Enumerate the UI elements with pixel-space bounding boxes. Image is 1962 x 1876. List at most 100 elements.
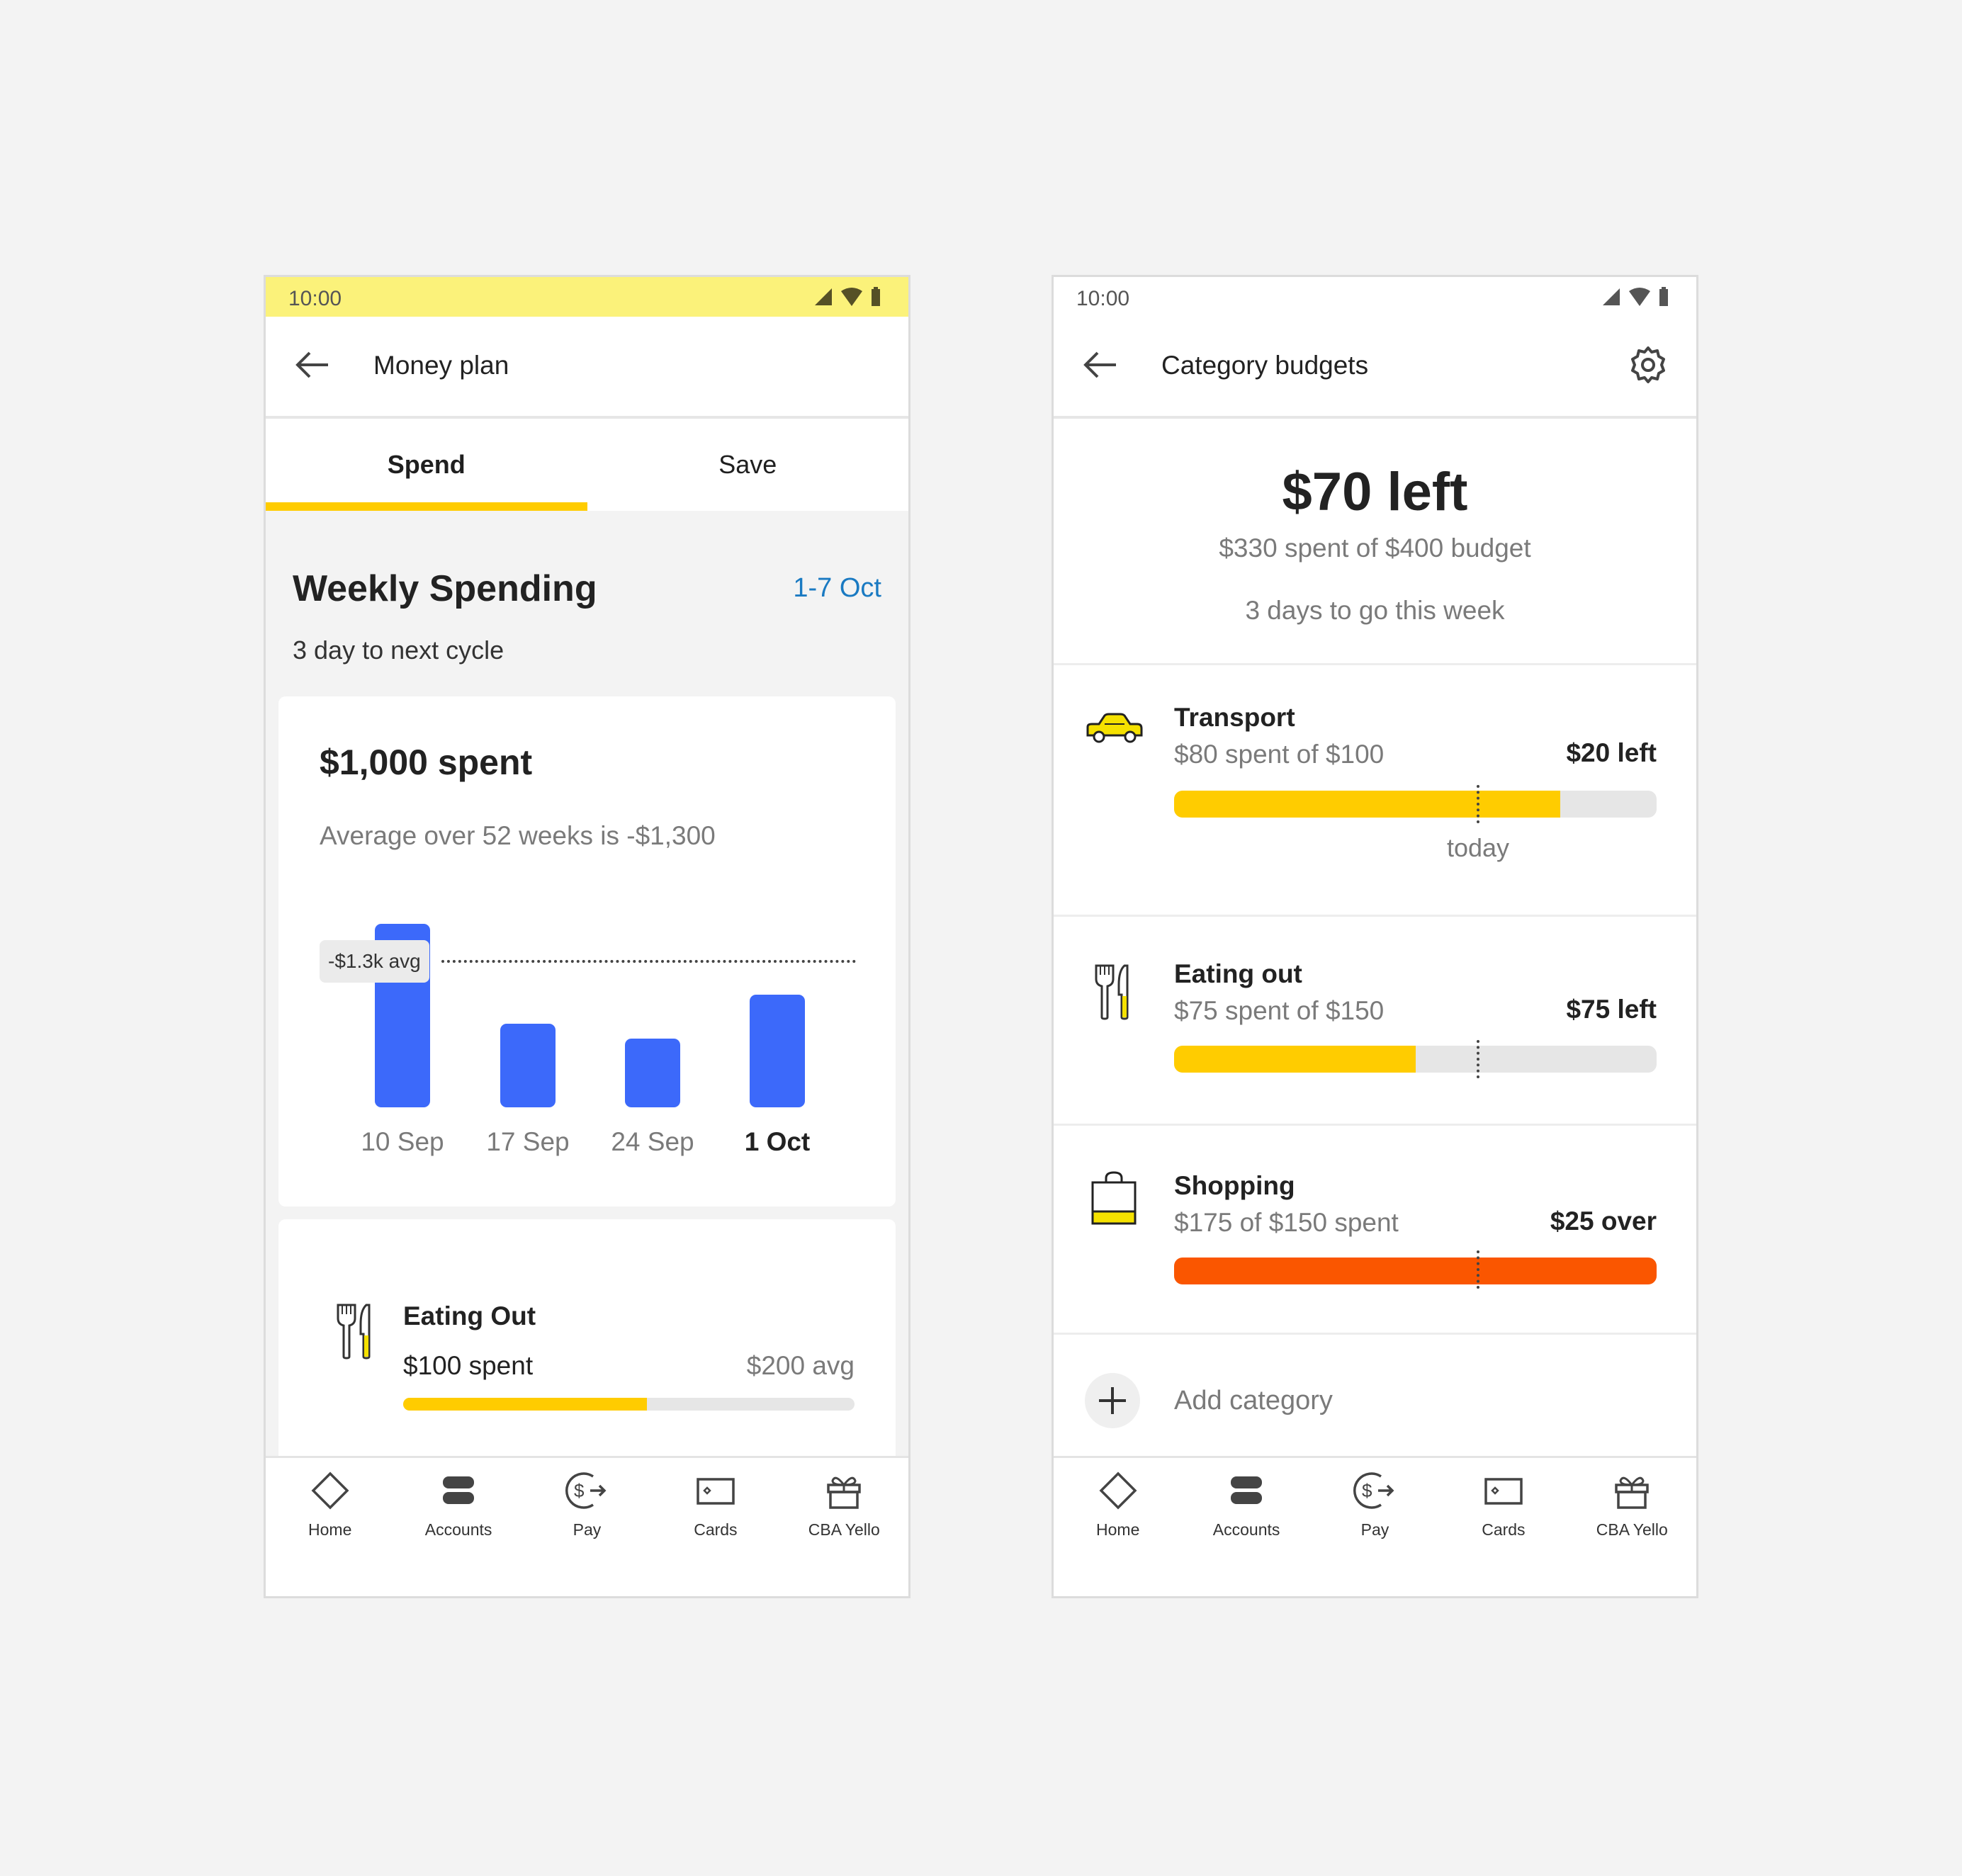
spending-chart-card: $1,000 spent Average over 52 weeks is -$… (278, 696, 896, 1207)
status-icons (1601, 287, 1669, 307)
nav-item-home[interactable]: Home (266, 1471, 394, 1539)
battery-icon (872, 287, 880, 306)
active-tab-indicator (266, 502, 587, 511)
x-tick-label: 24 Sep (611, 1127, 694, 1156)
app-bar: Category budgets (1054, 317, 1696, 419)
days-to-go: 3 days to go this week (1245, 596, 1505, 625)
bar-24-sep[interactable] (625, 1039, 680, 1107)
status-bar: 10:00 (266, 277, 908, 317)
accounts-icon (394, 1471, 522, 1510)
nav-item-cards[interactable]: Cards (651, 1471, 779, 1539)
category-average: $200 avg (746, 1351, 855, 1380)
svg-text:$: $ (1362, 1480, 1372, 1501)
category-name: Eating Out (403, 1301, 536, 1330)
nav-item-cards[interactable]: Cards (1439, 1471, 1567, 1539)
average-reference-line (441, 959, 856, 963)
nav-label: Home (308, 1520, 352, 1539)
cards-icon (651, 1471, 779, 1510)
category-status: $25 over (1550, 1207, 1657, 1236)
pay-icon: $ (523, 1471, 651, 1510)
category-detail: $80 spent of $100 (1174, 740, 1385, 769)
category-status: $75 left (1566, 995, 1657, 1024)
page-title: Category budgets (1161, 351, 1369, 380)
x-tick-label: 10 Sep (361, 1127, 444, 1156)
cutlery-icon (337, 1304, 371, 1360)
back-arrow-icon[interactable] (294, 349, 331, 380)
content-area: Weekly Spending 1-7 Oct 3 day to next cy… (266, 511, 908, 1503)
tab-spend[interactable]: Spend (266, 419, 587, 511)
today-marker (1477, 1250, 1480, 1289)
page-title: Money plan (373, 351, 509, 380)
category-row-transport[interactable]: Transport $80 spent of $100 $20 left tod… (1054, 663, 1696, 915)
category-name: Shopping (1174, 1171, 1295, 1200)
category-name: Transport (1174, 703, 1295, 732)
nav-item-home[interactable]: Home (1054, 1471, 1182, 1539)
category-progress-bar (403, 1398, 855, 1411)
category-detail: $175 of $150 spent (1174, 1208, 1399, 1237)
category-row-shopping[interactable]: Shopping $175 of $150 spent $25 over (1054, 1124, 1696, 1335)
average-text: Average over 52 weeks is -$1,300 (320, 821, 716, 850)
money-plan-screen: 10:00 Money plan Spend Save Weekly Spend… (264, 275, 910, 1598)
accounts-icon (1182, 1471, 1310, 1510)
battery-icon (1659, 287, 1668, 306)
category-progress-bar (1174, 1258, 1657, 1284)
today-label: today (1446, 833, 1510, 862)
add-category-button[interactable]: Add category (1054, 1333, 1696, 1462)
nav-item-accounts[interactable]: Accounts (1182, 1471, 1310, 1539)
category-progress-fill (403, 1398, 647, 1411)
left-headline: $70 left (1282, 462, 1468, 522)
bottom-nav: Home Accounts $ Pay Cards CBA Yello (266, 1456, 908, 1596)
category-progress-bar (1174, 791, 1657, 818)
tab-save[interactable]: Save (587, 419, 909, 511)
cutlery-icon (1095, 964, 1129, 1020)
nav-item-pay[interactable]: $ Pay (523, 1471, 651, 1539)
bar-1-oct[interactable] (750, 995, 805, 1107)
nav-item-pay[interactable]: $ Pay (1311, 1471, 1439, 1539)
tab-bar: Spend Save (266, 419, 908, 511)
category-progress-fill (1174, 1046, 1416, 1073)
app-bar: Money plan (266, 317, 908, 419)
svg-text:$: $ (574, 1480, 585, 1501)
gift-icon (1568, 1471, 1696, 1510)
status-time: 10:00 (288, 287, 342, 310)
wifi-icon (841, 288, 862, 306)
category-name: Eating out (1174, 959, 1302, 988)
category-budgets-screen: 10:00 Category budgets $70 left $330 spe… (1052, 275, 1698, 1598)
today-marker (1477, 785, 1480, 823)
nav-label: Accounts (1212, 1520, 1280, 1539)
date-range-link[interactable]: 1-7 Oct (793, 573, 881, 604)
nav-item-accounts[interactable]: Accounts (394, 1471, 522, 1539)
nav-label: Pay (1360, 1520, 1389, 1539)
bottom-nav: Home Accounts $ Pay Cards CBA Yello (1054, 1456, 1696, 1596)
spent-summary: $330 spent of $400 budget (1219, 533, 1531, 563)
nav-label: Accounts (424, 1520, 492, 1539)
category-detail: $75 spent of $150 (1174, 996, 1385, 1025)
cycle-text: 3 day to next cycle (293, 635, 504, 665)
signal-icon (815, 288, 832, 305)
back-arrow-icon[interactable] (1082, 349, 1119, 380)
wifi-icon (1629, 288, 1650, 306)
section-title: Weekly Spending (293, 568, 597, 609)
pay-icon: $ (1311, 1471, 1439, 1510)
nav-item-cba-yello[interactable]: CBA Yello (1568, 1471, 1696, 1539)
car-icon (1086, 713, 1143, 743)
nav-label: CBA Yello (808, 1520, 880, 1539)
category-progress-fill (1174, 791, 1560, 818)
spent-total: $1,000 spent (320, 742, 533, 782)
weekly-spending-chart: 10 Sep 17 Sep 24 Sep 1 Oct -$1.3k avg (278, 902, 897, 1199)
nav-label: Cards (1482, 1520, 1526, 1539)
average-label-badge: -$1.3k avg (320, 939, 429, 983)
settings-gear-icon[interactable] (1628, 345, 1668, 385)
category-progress-fill (1174, 1258, 1657, 1284)
category-spent: $100 spent (403, 1351, 534, 1380)
category-status: $20 left (1566, 738, 1657, 767)
category-row-eating-out[interactable]: Eating out $75 spent of $150 $75 left (1054, 915, 1696, 1126)
category-progress-bar (1174, 1046, 1657, 1073)
nav-label: Home (1096, 1520, 1140, 1539)
status-time: 10:00 (1076, 287, 1130, 310)
bar-17-sep[interactable] (500, 1024, 556, 1107)
signal-icon (1603, 288, 1620, 305)
x-tick-label: 1 Oct (744, 1127, 811, 1156)
nav-item-cba-yello[interactable]: CBA Yello (780, 1471, 908, 1539)
add-category-label: Add category (1174, 1386, 1333, 1416)
